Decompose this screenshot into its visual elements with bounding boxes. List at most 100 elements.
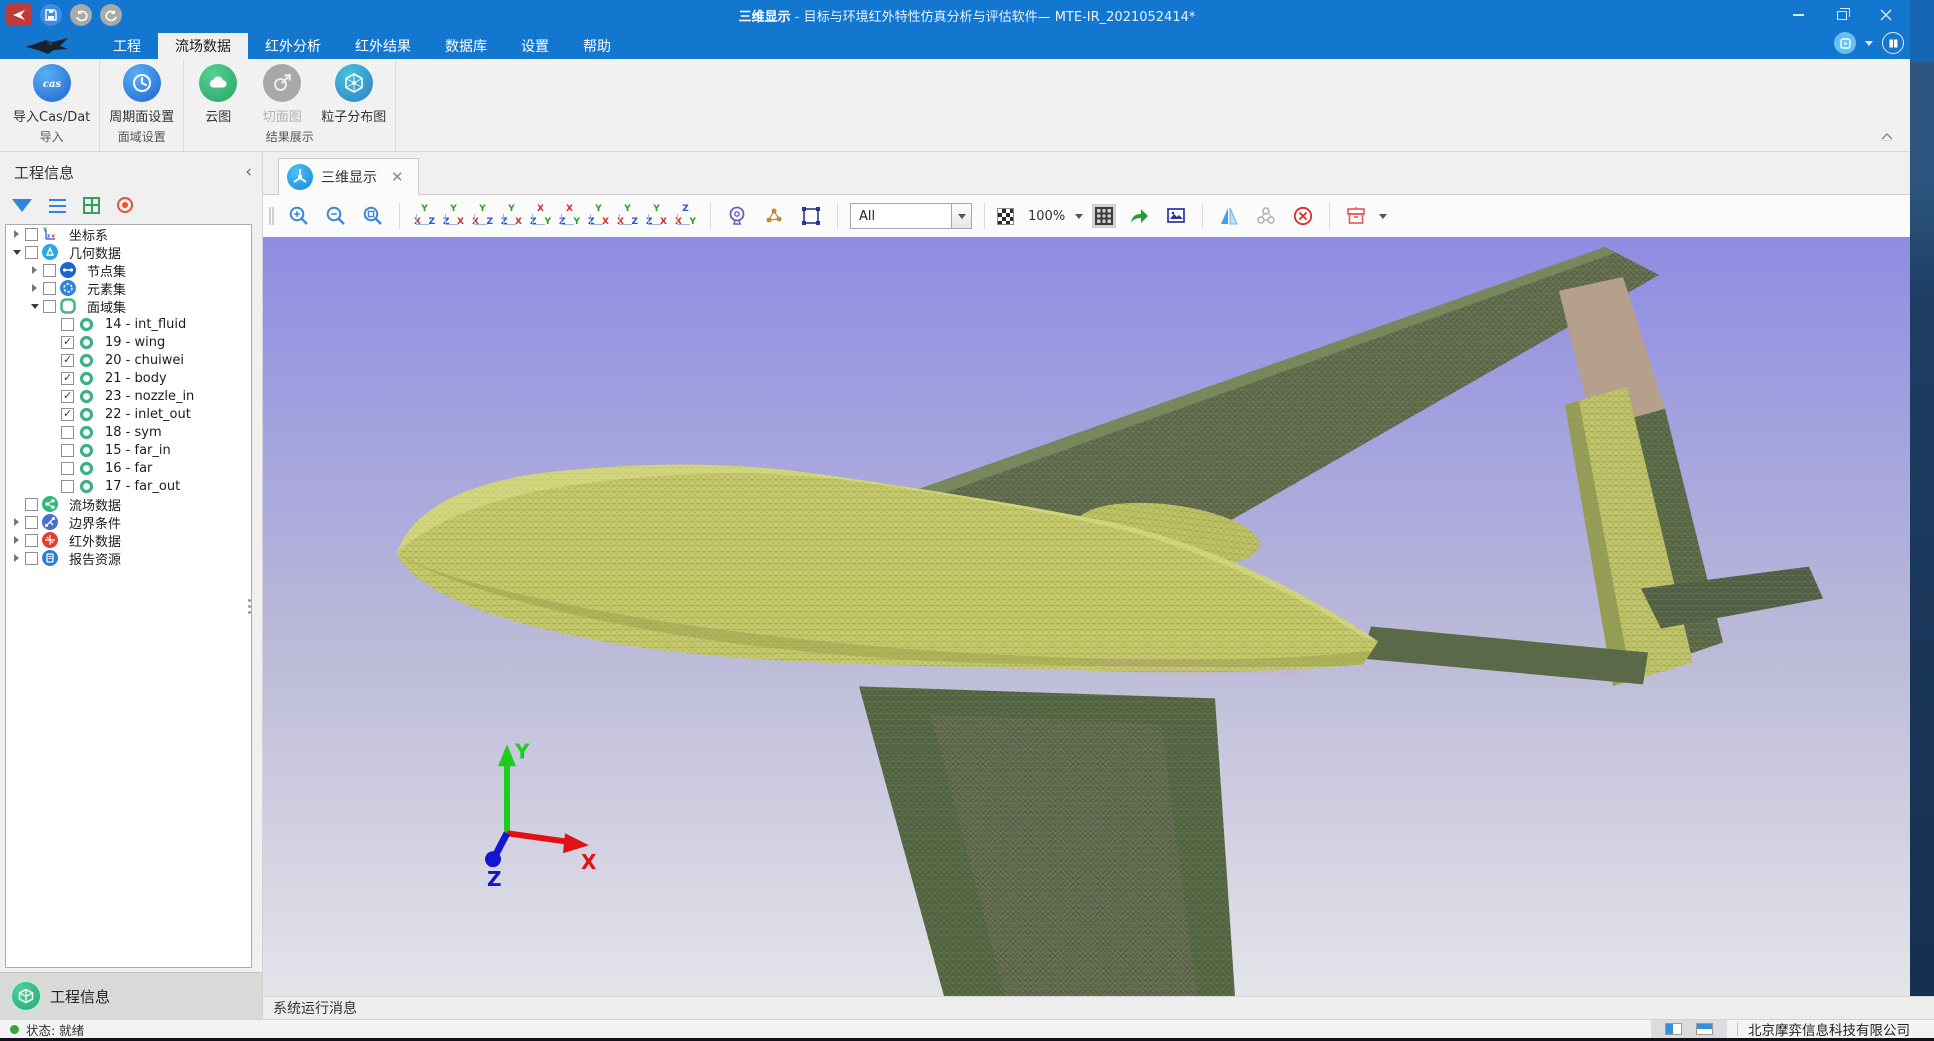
tree-item-10[interactable]: 22 - inlet_out <box>6 405 251 423</box>
view-orientation-button-6[interactable]: XZY <box>557 204 582 228</box>
app-menu-button[interactable] <box>6 4 32 26</box>
tree-checkbox[interactable] <box>43 300 56 313</box>
close-button[interactable] <box>1864 0 1908 30</box>
undo-button[interactable] <box>70 4 92 26</box>
tree-checkbox[interactable] <box>25 228 38 241</box>
tree-item-4[interactable]: 面域集 <box>6 297 251 315</box>
tree-item-13[interactable]: 16 - far <box>6 459 251 477</box>
tree-checkbox[interactable] <box>61 480 74 493</box>
ribbon-button-particle[interactable]: 粒子分布图 <box>314 62 393 125</box>
tree-expander-icon[interactable] <box>10 246 23 259</box>
tree-checkbox[interactable] <box>61 372 74 385</box>
tree-checkbox[interactable] <box>61 462 74 475</box>
menu-item-0[interactable]: 工程 <box>96 33 158 59</box>
tree-item-15[interactable]: 流场数据 <box>6 495 251 513</box>
zoom-in-button[interactable] <box>285 202 313 230</box>
tree-expander-icon[interactable] <box>10 518 23 526</box>
filter-icon[interactable] <box>12 199 32 222</box>
tree-item-3[interactable]: 元素集 <box>6 279 251 297</box>
tree-item-5[interactable]: 14 - int_fluid <box>6 315 251 333</box>
toggle-bottom-panel-icon[interactable] <box>1696 1023 1713 1035</box>
tree-expander-icon[interactable] <box>28 266 41 274</box>
tab-close-icon[interactable]: ✕ <box>391 168 404 186</box>
view-orientation-button-9[interactable]: YZX <box>644 204 669 228</box>
ribbon-button-clock[interactable]: 周期面设置 <box>102 62 181 125</box>
tree-item-11[interactable]: 18 - sym <box>6 423 251 441</box>
save-button[interactable] <box>40 4 62 26</box>
export-view-button[interactable] <box>1125 202 1153 230</box>
project-tree[interactable]: Yzx坐标系几何数据节点集元素集面域集14 - int_fluid19 - wi… <box>5 224 252 968</box>
zoom-fit-button[interactable] <box>359 202 387 230</box>
tree-item-8[interactable]: 21 - body <box>6 369 251 387</box>
tab-3d-view[interactable]: 三维显示 ✕ <box>278 158 419 195</box>
zoom-out-button[interactable] <box>322 202 350 230</box>
view-orientation-button-1[interactable]: YXZ <box>412 204 437 228</box>
menu-item-6[interactable]: 帮助 <box>566 33 628 59</box>
redo-button[interactable] <box>100 4 122 26</box>
tree-item-12[interactable]: 15 - far_in <box>6 441 251 459</box>
tree-checkbox[interactable] <box>43 282 56 295</box>
menu-item-4[interactable]: 数据库 <box>428 33 504 59</box>
particles-toggle-button[interactable] <box>760 202 788 230</box>
toggle-left-panel-icon[interactable] <box>1665 1023 1682 1035</box>
tree-item-18[interactable]: 报告资源 <box>6 549 251 567</box>
style-switch-button[interactable] <box>1834 32 1856 54</box>
menu-item-1[interactable]: 流场数据 <box>158 33 248 59</box>
tree-item-2[interactable]: 节点集 <box>6 261 251 279</box>
restore-button[interactable] <box>1820 0 1864 30</box>
tree-item-7[interactable]: 20 - chuiwei <box>6 351 251 369</box>
tree-expander-icon[interactable] <box>28 284 41 292</box>
tree-checkbox[interactable] <box>25 552 38 565</box>
tree-checkbox[interactable] <box>61 408 74 421</box>
tree-item-9[interactable]: 23 - nozzle_in <box>6 387 251 405</box>
tree-item-16[interactable]: 边界条件 <box>6 513 251 531</box>
tree-item-6[interactable]: 19 - wing <box>6 333 251 351</box>
ribbon-button-cloud[interactable]: 云图 <box>186 62 250 125</box>
project-panel-tab[interactable]: 工程信息 <box>0 972 262 1019</box>
panel-collapse-button[interactable]: ‹ <box>245 164 252 181</box>
ribbon-collapse-button[interactable] <box>1880 126 1894 145</box>
view-orientation-button-3[interactable]: YXZ <box>470 204 495 228</box>
box-select-button[interactable] <box>797 202 825 230</box>
view-orientation-button-4[interactable]: YZX <box>499 204 524 228</box>
splitter-handle[interactable] <box>248 596 252 622</box>
tree-expander-icon[interactable] <box>10 536 23 544</box>
opacity-dropdown-icon[interactable] <box>1075 214 1083 223</box>
tree-checkbox[interactable] <box>61 318 74 331</box>
combo-dropdown-button[interactable] <box>951 204 971 228</box>
tree-checkbox[interactable] <box>43 264 56 277</box>
menu-item-5[interactable]: 设置 <box>504 33 566 59</box>
help-book-button[interactable] <box>1882 32 1904 54</box>
menu-item-2[interactable]: 红外分析 <box>248 33 338 59</box>
view-orientation-button-5[interactable]: XZY <box>528 204 553 228</box>
tree-item-14[interactable]: 17 - far_out <box>6 477 251 495</box>
chevron-down-icon[interactable] <box>1865 41 1873 50</box>
view-orientation-button-7[interactable]: YZX <box>586 204 611 228</box>
mesh-toggle-button[interactable] <box>1092 204 1116 228</box>
screenshot-button[interactable] <box>1162 202 1190 230</box>
view-orientation-button-8[interactable]: YXZ <box>615 204 640 228</box>
tree-item-1[interactable]: 几何数据 <box>6 243 251 261</box>
view-orientation-button-10[interactable]: ZXY <box>673 204 698 228</box>
tree-checkbox[interactable] <box>61 426 74 439</box>
view-orientation-button-2[interactable]: YZX <box>441 204 466 228</box>
grid-view-icon[interactable] <box>83 197 100 214</box>
surface-filter-combobox[interactable]: All <box>850 203 972 229</box>
archive-dropdown-icon[interactable] <box>1379 214 1387 223</box>
menu-item-3[interactable]: 红外结果 <box>338 33 428 59</box>
collapse-all-icon[interactable] <box>49 199 66 202</box>
opacity-icon[interactable] <box>997 208 1014 225</box>
clear-results-button[interactable] <box>1289 202 1317 230</box>
tree-checkbox[interactable] <box>25 516 38 529</box>
tree-expander-icon[interactable] <box>10 554 23 562</box>
group-display-button[interactable] <box>1252 202 1280 230</box>
tree-checkbox[interactable] <box>25 246 38 259</box>
tree-checkbox[interactable] <box>61 444 74 457</box>
archive-button[interactable] <box>1342 202 1370 230</box>
tree-item-17[interactable]: 红外数据 <box>6 531 251 549</box>
tree-item-0[interactable]: Yzx坐标系 <box>6 225 251 243</box>
tree-checkbox[interactable] <box>25 534 38 547</box>
tree-expander-icon[interactable] <box>10 230 23 238</box>
ribbon-button-cas[interactable]: cas导入Cas/Dat <box>6 62 97 125</box>
locate-icon[interactable] <box>117 197 133 213</box>
